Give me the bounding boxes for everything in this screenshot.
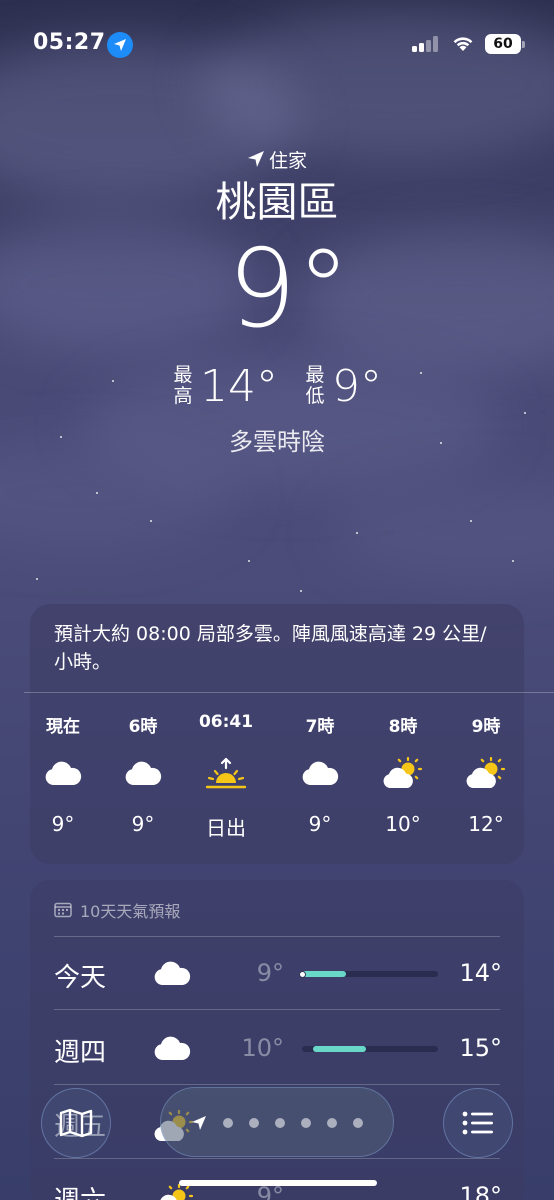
cellular-signal-icon — [412, 36, 442, 52]
condition-text: 多雲時陰 — [229, 428, 325, 456]
day-low: 10° — [241, 1034, 284, 1062]
hour-temperature: 9° — [308, 812, 332, 836]
hour-temperature: 12° — [468, 812, 504, 836]
location-services-icon — [107, 32, 133, 58]
forecast-summary: 預計大約 08:00 局部多雲。陣風風速高達 29 公里/小時。 — [54, 623, 487, 673]
hour-temperature: 9° — [51, 812, 75, 836]
calendar-icon — [54, 902, 72, 918]
list-button[interactable] — [443, 1088, 513, 1158]
low-temperature: 9° — [332, 360, 382, 412]
day-high: 18° — [459, 1182, 502, 1200]
location-arrow-icon — [247, 151, 264, 167]
page-dot[interactable] — [223, 1118, 233, 1128]
current-temperature: 9° — [227, 227, 351, 352]
temperature-range-bar — [299, 970, 438, 978]
day-row[interactable]: 今天 9° 14° — [54, 953, 502, 997]
current-temp-marker — [299, 970, 306, 978]
hour-item: 現在 9° — [23, 712, 103, 836]
day-high: 14° — [459, 959, 502, 987]
page-dot[interactable] — [249, 1118, 259, 1128]
hour-label: 7時 — [305, 717, 335, 737]
card-divider — [24, 692, 554, 693]
hour-temperature: 10° — [385, 812, 421, 836]
page-dot[interactable] — [353, 1118, 363, 1128]
wifi-icon — [453, 37, 473, 51]
daily-header-label: 10天天氣預報 — [80, 902, 181, 921]
high-low-row: 最高 14° 最低 9° — [0, 358, 554, 414]
day-row[interactable]: 週四 10° 15° — [54, 1028, 502, 1072]
page-dot[interactable] — [275, 1118, 285, 1128]
sunrise-icon — [186, 744, 266, 804]
hourly-forecast-card[interactable]: 預計大約 08:00 局部多雲。陣風風速高達 29 公里/小時。 現在 9° 6時 9… — [30, 604, 524, 864]
current-weather: 住家 桃園區 9° 最高 14° 最低 9° 多雲時陰 — [0, 146, 554, 457]
hour-item: 9時 12° — [446, 712, 526, 836]
row-divider — [54, 1158, 500, 1159]
temperature-range-bar — [302, 1046, 438, 1052]
map-icon — [59, 1108, 93, 1138]
status-bar: 05:27 60 — [0, 30, 554, 60]
hour-temperature: 9° — [131, 812, 155, 836]
home-indicator[interactable] — [179, 1180, 377, 1186]
row-divider — [54, 1009, 500, 1010]
home-label: 住家 — [268, 149, 307, 172]
low-label: 最低 — [305, 364, 325, 407]
row-divider — [54, 1084, 500, 1085]
partly-sunny-icon — [446, 744, 526, 804]
day-high: 15° — [459, 1034, 502, 1062]
row-divider — [54, 936, 500, 937]
list-icon — [462, 1111, 493, 1135]
city-name: 桃園區 — [215, 178, 339, 226]
cloud-icon — [23, 744, 103, 804]
hour-item: 6時 9° — [103, 712, 183, 836]
day-low: 9° — [256, 959, 284, 987]
location-pager[interactable] — [160, 1087, 394, 1157]
hour-label: 06:41 — [198, 712, 254, 732]
day-name: 週六 — [54, 1180, 106, 1200]
hour-temperature: 日出 — [206, 816, 246, 840]
home-location-row: 住家 — [0, 146, 554, 172]
cloud-icon — [152, 1036, 192, 1066]
high-temperature: 14° — [200, 360, 278, 412]
hour-label: 6時 — [128, 717, 158, 737]
hour-item: 06:41 日出 — [186, 712, 266, 841]
partly-sunny-icon — [363, 744, 443, 804]
high-label: 最高 — [173, 364, 193, 407]
daily-header: 10天天氣預報 — [54, 898, 180, 922]
day-name: 今天 — [54, 963, 107, 993]
map-button[interactable] — [41, 1088, 111, 1158]
page-dot[interactable] — [301, 1118, 311, 1128]
cloud-icon — [280, 744, 360, 804]
hourly-scroll[interactable]: 現在 9° 6時 9° 06:41 日出 7時 9° 8時 10° 9時 12° — [30, 712, 524, 852]
hour-item: 8時 10° — [363, 712, 443, 836]
temperature-range-fill — [302, 971, 346, 977]
partly-sunny-icon — [152, 1183, 196, 1200]
temperature-range-fill — [312, 1046, 366, 1052]
cloud-icon — [152, 961, 192, 991]
hour-label: 現在 — [46, 717, 80, 737]
hour-item: 7時 9° — [280, 712, 360, 836]
current-location-arrow-icon — [192, 1116, 206, 1130]
day-name: 週四 — [54, 1038, 107, 1068]
cloud-icon — [103, 744, 183, 804]
battery-indicator: 60 — [485, 34, 525, 54]
status-time: 05:27 — [33, 30, 106, 55]
page-dot[interactable] — [327, 1118, 337, 1128]
hour-label: 9時 — [471, 717, 501, 737]
hour-label: 8時 — [388, 717, 418, 737]
